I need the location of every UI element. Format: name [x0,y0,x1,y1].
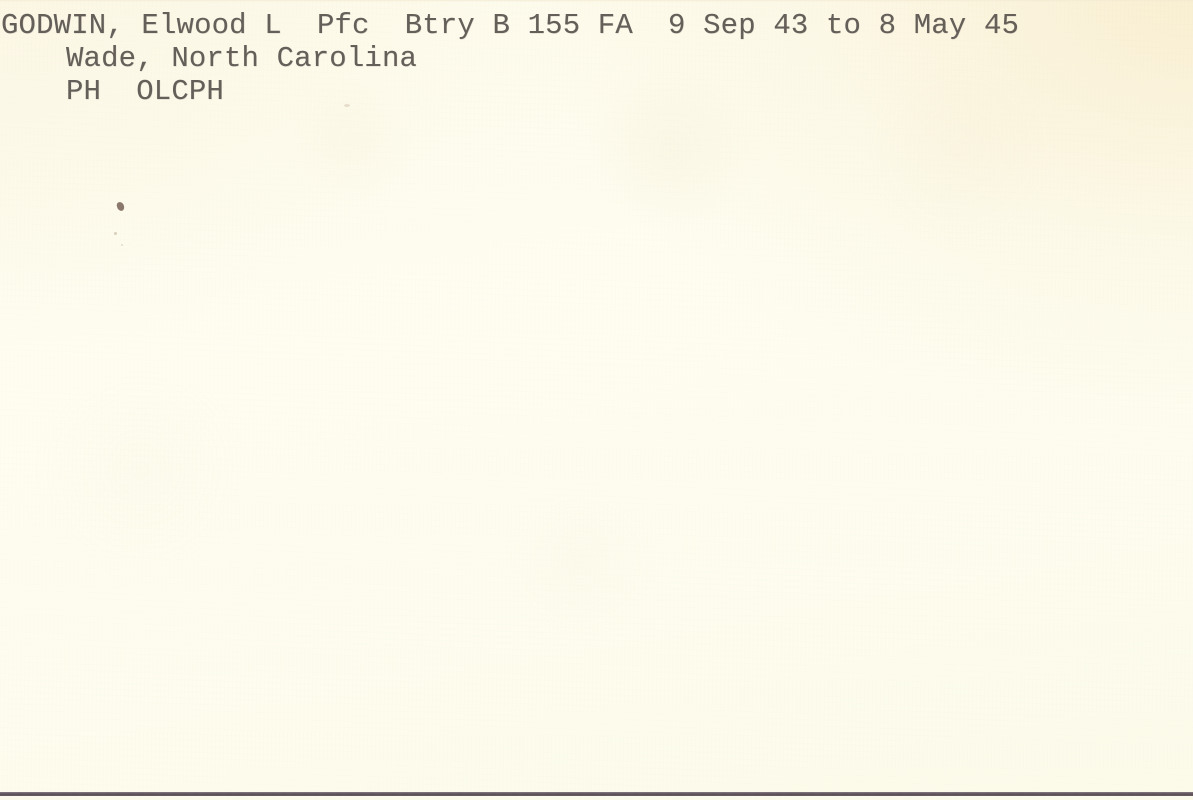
scan-top-edge [0,0,1193,2]
card-line-hometown: Wade, North Carolina [66,42,418,75]
faint-smudge-mark [344,104,350,107]
faint-dot-mark-upper [114,232,117,235]
card-line-awards: PH OLCPH [66,75,224,108]
scan-bottom-margin [0,796,1193,800]
scanned-index-card: GODWIN, Elwood L Pfc Btry B 155 FA 9 Sep… [0,0,1193,800]
faint-dot-mark-lower [121,244,123,246]
card-line-name-rank-unit-dates: GODWIN, Elwood L Pfc Btry B 155 FA 9 Sep… [1,9,1020,42]
ink-speck-mark [116,201,125,212]
typed-text-block: GODWIN, Elwood L Pfc Btry B 155 FA 9 Sep… [0,0,1193,160]
